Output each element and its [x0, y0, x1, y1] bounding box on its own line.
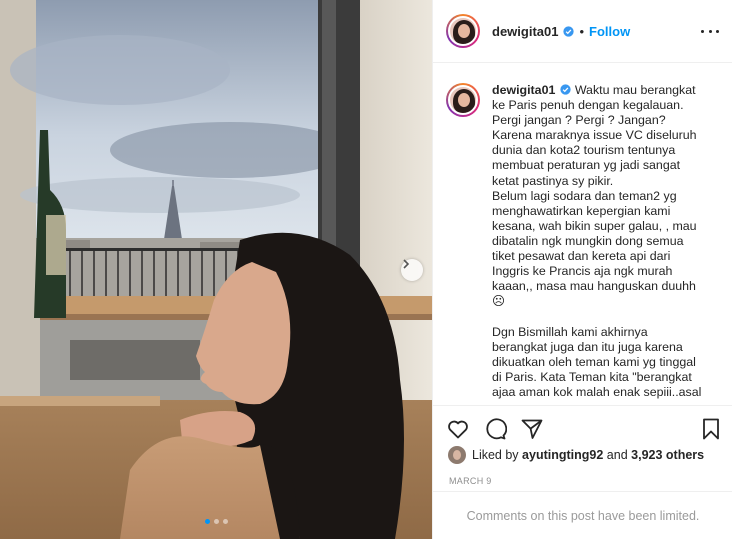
carousel-indicator: [0, 519, 432, 524]
post-photo[interactable]: [0, 0, 432, 539]
verified-badge-icon: [560, 84, 571, 95]
likes-others-link[interactable]: 3,923 others: [631, 448, 704, 462]
caption-text: Waktu mau berangkat ke Paris penuh denga…: [492, 83, 702, 399]
photo-scene: [0, 0, 432, 539]
verified-badge-icon: [563, 25, 575, 37]
header-separator: •: [579, 23, 585, 39]
post-header: dewigita01 • Follow: [433, 0, 732, 63]
author-username[interactable]: dewigita01: [492, 24, 558, 39]
post-caption: dewigita01 Waktu mau berangkat ke Paris …: [492, 83, 706, 405]
author-avatar[interactable]: [446, 14, 480, 48]
likes-summary: Liked by ayutingting92 and 3,923 others: [448, 446, 704, 464]
follow-button[interactable]: Follow: [589, 24, 630, 39]
heart-icon[interactable]: [446, 417, 470, 441]
post-sidebar: dewigita01 • Follow dewigita01 Waktu mau…: [432, 0, 732, 539]
caption-section: dewigita01 Waktu mau berangkat ke Paris …: [433, 64, 732, 405]
post-date[interactable]: MARCH 9: [449, 476, 492, 486]
caption-author-avatar[interactable]: [446, 83, 480, 117]
carousel-dot: [213, 519, 219, 524]
caption-username[interactable]: dewigita01: [492, 83, 555, 97]
liker-avatar[interactable]: [448, 446, 466, 464]
action-bar: [433, 405, 732, 451]
liked-by-user[interactable]: ayutingting92: [522, 448, 603, 462]
carousel-dot: [204, 519, 210, 524]
more-options-icon[interactable]: [701, 24, 719, 38]
chevron-right-icon: [403, 259, 410, 269]
carousel-dot: [222, 519, 228, 524]
comment-icon[interactable]: [483, 417, 507, 441]
liked-by-prefix: Liked by: [472, 448, 519, 462]
carousel-next-button[interactable]: [401, 259, 423, 281]
paper-plane-icon[interactable]: [520, 417, 544, 441]
bookmark-icon[interactable]: [699, 417, 723, 441]
liked-by-and: and: [606, 448, 628, 462]
comments-limited-notice: Comments on this post have been limited.: [433, 491, 732, 539]
